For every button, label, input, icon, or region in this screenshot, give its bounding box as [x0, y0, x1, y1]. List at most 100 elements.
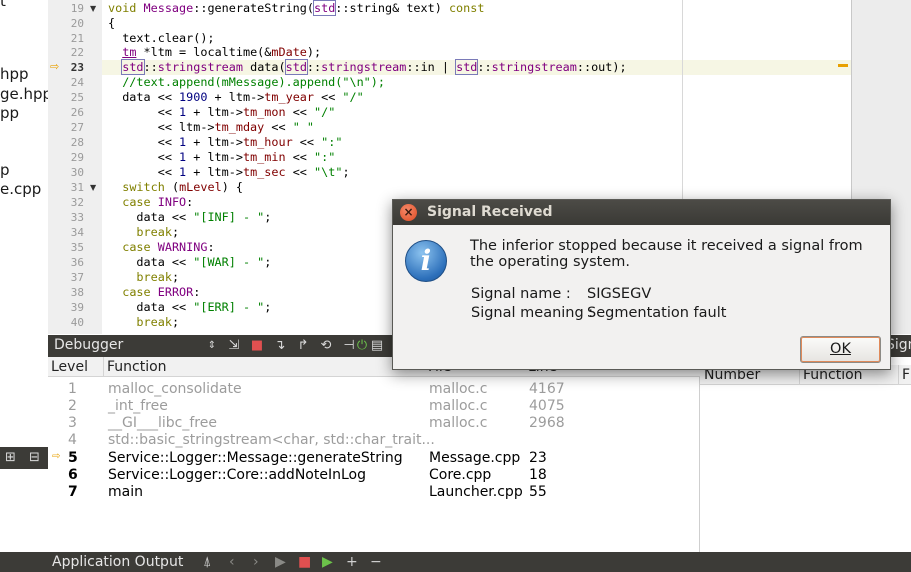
minus-icon[interactable]: −: [370, 554, 382, 570]
line-number: 36: [70, 256, 84, 269]
column-header-function[interactable]: Function: [107, 359, 167, 375]
close-icon[interactable]: ×: [400, 204, 417, 221]
tree-item[interactable]: e.cpp: [0, 180, 41, 198]
code-line[interactable]: data << "[WAR] - ";: [108, 255, 271, 269]
stack-row[interactable]: 2 _int_free malloc.c 4075: [48, 398, 700, 415]
ok-button[interactable]: OK: [800, 336, 881, 363]
code-line[interactable]: case WARNING:: [108, 240, 214, 254]
tree-item[interactable]: ge.hpp: [0, 85, 48, 103]
stack-row[interactable]: 6 Service::Logger::Core::addNoteInLog Co…: [48, 467, 700, 484]
rerun-icon[interactable]: ▶: [275, 554, 286, 570]
code-line-current[interactable]: std::stringstream data(std::stringstream…: [108, 59, 627, 75]
stack-function: Service::Logger::Message::generateString: [108, 450, 403, 466]
code-line[interactable]: << 1 + ltm->tm_min << ":": [108, 150, 336, 164]
column-separator: [898, 365, 899, 385]
code-line[interactable]: << 1 + ltm->tm_sec << "\t";: [108, 165, 350, 179]
debug-run-icon[interactable]: ▶: [322, 554, 333, 570]
stack-file: Launcher.cpp: [429, 484, 523, 500]
line-number: 25: [70, 91, 84, 104]
stack-line: 2968: [529, 415, 565, 431]
stack-function: std::basic_stringstream<char, std::char_…: [108, 432, 435, 448]
fold-arrow-icon[interactable]: ▼: [90, 4, 96, 13]
line-number: 29: [70, 151, 84, 164]
code-line[interactable]: break;: [108, 315, 179, 329]
stack-line: 55: [529, 484, 547, 500]
step-out-icon[interactable]: ↱: [295, 338, 311, 354]
attach-icon[interactable]: ⍋: [203, 554, 211, 570]
code-line[interactable]: tm *ltm = localtime(&mDate);: [108, 45, 321, 59]
stack-row[interactable]: 7 main Launcher.cpp 55: [48, 484, 700, 501]
code-line[interactable]: switch (mLevel) {: [108, 180, 243, 194]
next-icon[interactable]: ›: [253, 554, 259, 570]
debugger-title[interactable]: Debugger: [54, 337, 123, 353]
line-number: 20: [70, 17, 84, 30]
line-number: 32: [70, 196, 84, 209]
line-number: 28: [70, 136, 84, 149]
line-number: 35: [70, 241, 84, 254]
code-line[interactable]: text.clear();: [108, 31, 214, 45]
step-into-icon[interactable]: ↴: [272, 338, 288, 354]
tree-item[interactable]: p: [0, 161, 10, 179]
line-number: 30: [70, 166, 84, 179]
column-header-f[interactable]: F: [902, 367, 910, 383]
stop-debugger-icon[interactable]: ■: [249, 338, 265, 354]
code-line[interactable]: case INFO:: [108, 195, 193, 209]
tree-item[interactable]: t: [0, 0, 6, 10]
signal-meaning-value: Segmentation fault: [587, 305, 727, 321]
stack-view[interactable]: Level Function File Line 1 malloc_consol…: [48, 357, 700, 552]
stack-file: Core.cpp: [429, 467, 492, 483]
code-line[interactable]: void Message::generateString(std::string…: [108, 0, 484, 16]
memory-icon[interactable]: ▤: [369, 338, 385, 354]
split-icon[interactable]: ⊞: [5, 450, 16, 466]
stack-row[interactable]: 1 malloc_consolidate malloc.c 4167: [48, 381, 700, 398]
stack-line: 4167: [529, 381, 565, 397]
stack-row-current[interactable]: ⇨ 5 Service::Logger::Message::generateSt…: [48, 450, 700, 467]
line-number: 40: [70, 316, 84, 329]
stack-function: malloc_consolidate: [108, 381, 242, 397]
signal-received-dialog: × Signal Received i The inferior stopped…: [392, 199, 891, 370]
line-number: 31: [70, 181, 84, 194]
line-number: 19: [70, 2, 84, 15]
code-line[interactable]: data << "[ERR] - ";: [108, 300, 271, 314]
stack-line: 18: [529, 467, 547, 483]
code-line[interactable]: << ltm->tm_mday << " ": [108, 120, 314, 134]
restart-icon[interactable]: ⟲: [318, 338, 334, 354]
step-over-icon[interactable]: ⇲: [226, 338, 242, 354]
stack-level: 4: [68, 432, 77, 448]
dialog-title: Signal Received: [427, 204, 553, 220]
line-number: 21: [70, 32, 84, 45]
code-line[interactable]: << 1 + ltm->tm_hour << ":": [108, 135, 343, 149]
stack-row[interactable]: 4 std::basic_stringstream<char, std::cha…: [48, 432, 700, 449]
dialog-titlebar[interactable]: × Signal Received: [393, 200, 890, 225]
plus-icon[interactable]: +: [346, 554, 358, 570]
code-line[interactable]: data << 1900 + ltm->tm_year << "/": [108, 90, 364, 104]
power-icon[interactable]: ⏻: [354, 338, 370, 354]
prev-icon[interactable]: ‹: [229, 554, 235, 570]
stack-function: __GI___libc_free: [108, 415, 217, 431]
stack-row[interactable]: 3 __GI___libc_free malloc.c 2968: [48, 415, 700, 432]
code-line[interactable]: case ERROR:: [108, 285, 200, 299]
stack-function: main: [108, 484, 143, 500]
tree-item[interactable]: hpp: [0, 65, 29, 83]
column-header-level[interactable]: Level: [51, 359, 88, 375]
line-number: 27: [70, 121, 84, 134]
tree-item[interactable]: pp: [0, 104, 19, 122]
fold-arrow-icon[interactable]: ▼: [90, 183, 96, 192]
application-output-title[interactable]: Application Output: [52, 554, 183, 570]
line-number: 34: [70, 226, 84, 239]
code-line[interactable]: data << "[INF] - ";: [108, 210, 271, 224]
stack-level: 3: [68, 415, 77, 431]
stack-line: 4075: [529, 398, 565, 414]
close-panel-icon[interactable]: ⊟: [29, 450, 40, 466]
code-line[interactable]: //text.append(mMessage).append("\n");: [108, 75, 385, 89]
code-line[interactable]: << 1 + ltm->tm_mon << "/": [108, 105, 336, 119]
stack-level: 5: [68, 450, 78, 466]
stack-file: malloc.c: [429, 381, 488, 397]
signal-name-value: SIGSEGV: [587, 286, 652, 302]
updown-arrows-icon[interactable]: ⇕: [204, 338, 220, 354]
dialog-message: The inferior stopped because it received…: [470, 238, 863, 270]
stop-icon[interactable]: ■: [298, 554, 311, 570]
code-line[interactable]: break;: [108, 225, 179, 239]
code-line[interactable]: {: [108, 16, 115, 30]
code-line[interactable]: break;: [108, 270, 179, 284]
